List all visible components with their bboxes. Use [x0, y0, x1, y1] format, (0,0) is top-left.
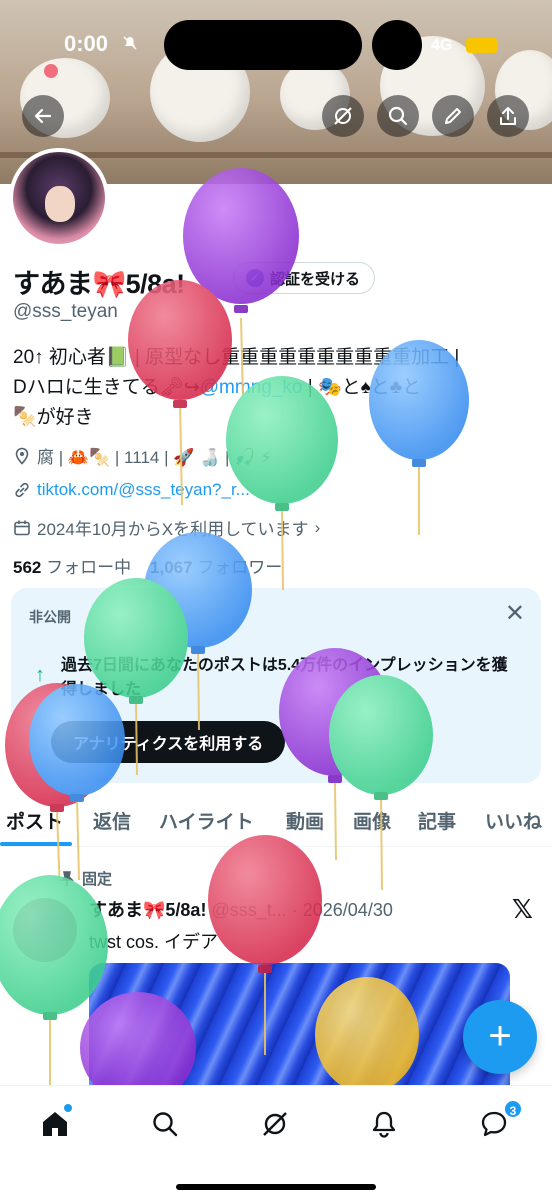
avatar-face	[45, 186, 75, 222]
search-button[interactable]	[377, 95, 419, 137]
bio-line: 20↑ 初心者📗 | 原型なし重重重重重重重重重重加工 |	[13, 347, 460, 368]
network-label: 4G	[431, 37, 453, 54]
post-avatar[interactable]	[13, 898, 77, 962]
bio-line: Dハロに生きてる🗝↪@mmng_ko | 🎭と♠と♣と	[13, 373, 541, 403]
home-indicator	[176, 1184, 376, 1190]
post-text: twst cos. イデア	[89, 932, 219, 952]
close-icon[interactable]: ✕	[505, 602, 525, 626]
card-title: 非公開	[29, 609, 71, 625]
trend-up-icon: ↑	[35, 664, 45, 686]
bio-mention-link[interactable]: @mmng_ko	[200, 377, 303, 398]
post-header: すあま🎀5/8a! @sss_t... · 2026/04/30	[89, 896, 393, 922]
battery-icon	[466, 38, 498, 53]
grok-icon	[263, 1112, 287, 1136]
chevron-right-icon: ›	[314, 517, 321, 537]
nav-search[interactable]	[145, 1104, 185, 1144]
profile-joined[interactable]: 2024年10月からXを利用しています ›	[13, 515, 320, 540]
bio-text: | 🎭と♠と♣と	[302, 377, 422, 398]
camera-cutout	[372, 20, 422, 70]
analytics-button[interactable]: アナリティクスを利用する	[51, 721, 286, 763]
tab-articles[interactable]: 記事	[418, 807, 456, 834]
status-bar: 0:00 4G	[0, 0, 552, 80]
link-icon	[15, 482, 29, 498]
share-icon	[500, 107, 516, 125]
tab-likes[interactable]: いいね	[485, 807, 542, 834]
compose-button[interactable]: +	[463, 1000, 537, 1074]
profile-avatar[interactable]	[9, 148, 109, 248]
share-button[interactable]	[487, 95, 529, 137]
back-arrow-icon	[34, 108, 52, 124]
active-tab-indicator	[0, 842, 72, 846]
messages-badge: 3	[503, 1099, 523, 1119]
tab-replies[interactable]: 返信	[93, 807, 131, 834]
calendar-icon	[14, 520, 30, 535]
bell-icon	[372, 1111, 396, 1138]
edit-button[interactable]	[432, 95, 474, 137]
status-time: 0:00	[64, 31, 109, 56]
tab-photos[interactable]: 画像	[353, 807, 391, 834]
grok-button[interactable]	[322, 95, 364, 137]
nav-notifications[interactable]	[364, 1104, 404, 1144]
website-link[interactable]: tiktok.com/@sss_teyan?_r...	[37, 480, 250, 500]
dynamic-island	[164, 20, 362, 70]
card-message: 過去7日間にあなたのポストは5.4万件のインプレッションを獲得しました	[61, 657, 508, 698]
home-icon	[43, 1112, 67, 1136]
following-label: フォロー中	[46, 558, 132, 577]
tab-posts[interactable]: ポスト	[6, 807, 63, 834]
pinned-indicator: 固定	[60, 868, 112, 889]
following-count: 562	[13, 558, 42, 577]
profile-handle: @sss_teyan	[13, 301, 118, 322]
location-pin-icon	[15, 447, 29, 465]
x-logo-icon: 𝕏	[512, 894, 533, 924]
private-analytics-card: 非公開 ✕ ↑ 過去7日間にあなたのポストは5.4万件のインプレッションを獲得し…	[11, 588, 541, 783]
post-image[interactable]	[89, 963, 510, 1103]
profile-tabs: ポスト 返信 ハイライト 動画 画像 記事 いいね	[0, 795, 552, 847]
search-icon	[153, 1112, 178, 1137]
back-button[interactable]	[22, 95, 64, 137]
silent-bell-icon	[122, 35, 138, 51]
followers-link[interactable]: 1,067 フォロワー	[150, 558, 282, 577]
get-verified-button[interactable]: ✓ 認証を受ける	[233, 262, 376, 294]
pin-icon	[60, 870, 74, 886]
location-text: 腐 | 🦀🍢 | 1114 | 🚀 🍶 | 🎣 ⚡	[37, 448, 272, 467]
follow-stats: 562 フォロー中 1,067 フォロワー	[13, 553, 282, 578]
bottom-nav	[0, 1085, 552, 1200]
pinned-label: 固定	[82, 871, 113, 888]
profile-name: すあま🎀5/8a!	[13, 269, 185, 299]
pencil-icon	[445, 108, 461, 124]
bio-line: 🍢が好き	[13, 407, 94, 428]
joined-text: 2024年10月からXを利用しています	[37, 520, 309, 539]
bio-text: Dハロに生きてる🗝↪	[13, 377, 200, 398]
profile-bio: 20↑ 初心者📗 | 原型なし重重重重重重重重重重加工 | Dハロに生きてる🗝↪…	[13, 343, 541, 433]
home-unread-dot	[64, 1104, 72, 1112]
verified-badge-icon: ✓	[246, 269, 264, 287]
profile-location: 腐 | 🦀🍢 | 1114 | 🚀 🍶 | 🎣 ⚡	[13, 443, 272, 468]
post-author[interactable]: すあま🎀5/8a!	[89, 900, 206, 920]
search-icon	[388, 106, 408, 126]
followers-label: フォロワー	[197, 558, 283, 577]
get-verified-label: 認証を受ける	[270, 270, 361, 288]
grok-icon	[334, 107, 352, 125]
tab-videos[interactable]: 動画	[286, 807, 324, 834]
profile-website[interactable]: tiktok.com/@sss_teyan?_r...	[13, 480, 250, 500]
followers-count: 1,067	[150, 558, 193, 577]
post-handle-date: @sss_t... · 2026/04/30	[211, 900, 393, 920]
tab-highlights[interactable]: ハイライト	[159, 807, 254, 834]
nav-grok[interactable]	[255, 1104, 295, 1144]
following-link[interactable]: 562 フォロー中	[13, 558, 131, 577]
